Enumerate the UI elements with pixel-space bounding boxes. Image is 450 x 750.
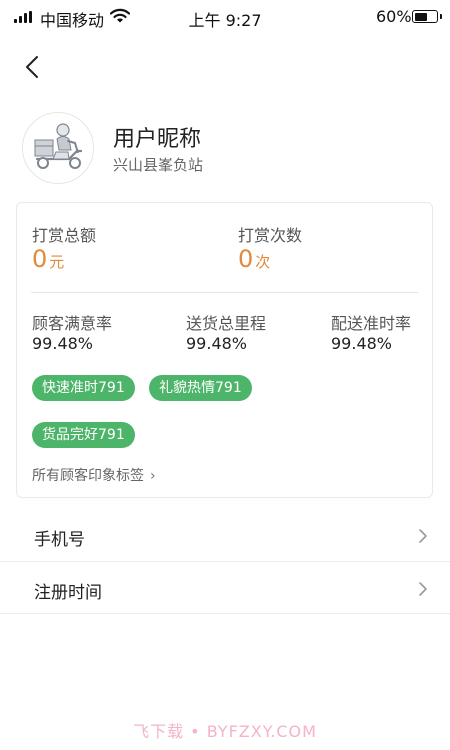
row-divider (0, 561, 450, 562)
chevron-right-icon (419, 582, 427, 596)
chevron-right-icon: › (150, 468, 156, 484)
reward-total-number: 0 (32, 245, 48, 273)
reward-total-label: 打赏总额 (32, 226, 97, 245)
satisfaction-value: 99.48% (32, 334, 94, 353)
watermark: 飞下载 • BYFZXY.COM (133, 722, 317, 741)
divider (31, 292, 418, 293)
back-button[interactable] (18, 52, 48, 82)
phone-label: 手机号 (34, 530, 85, 550)
reward-total-value: 0元 (32, 245, 64, 273)
list-item-phone[interactable]: 手机号 (0, 510, 450, 562)
avatar[interactable] (22, 112, 94, 184)
tag-fast-ontime: 快速准时791 (32, 375, 135, 401)
stats-card: 打赏总额 0元 打赏次数 0次 顾客满意率 99.48% 送货总里程 99.48… (16, 202, 433, 498)
mileage-label: 送货总里程 (186, 314, 267, 333)
ontime-value: 99.48% (331, 334, 393, 353)
tag-goods-intact: 货品完好791 (32, 422, 135, 448)
register-time-label: 注册时间 (34, 583, 102, 603)
ontime-label: 配送准时率 (331, 314, 412, 333)
row-divider (0, 613, 450, 614)
reward-count-unit: 次 (255, 253, 271, 271)
reward-total-unit: 元 (49, 253, 65, 271)
battery-icon (412, 10, 442, 23)
battery-fill (414, 12, 427, 21)
tag-polite: 礼貌热情791 (149, 375, 252, 401)
chevron-right-icon (419, 529, 427, 543)
status-bar: 中国移动 上午 9:27 60% (0, 0, 450, 34)
list-item-register-time[interactable]: 注册时间 (0, 563, 450, 615)
user-nickname: 用户昵称 (113, 127, 202, 152)
reward-count-number: 0 (238, 245, 254, 273)
satisfaction-label: 顾客满意率 (32, 314, 113, 333)
chevron-left-icon (26, 56, 38, 78)
station-name: 兴山县峯负站 (113, 156, 204, 174)
all-tags-link[interactable]: 所有顾客印象标签 › (32, 465, 156, 485)
all-tags-label: 所有顾客印象标签 (32, 468, 144, 484)
reward-count-value: 0次 (238, 245, 270, 273)
delivery-rider-icon (34, 123, 83, 169)
reward-count-label: 打赏次数 (238, 226, 303, 245)
mileage-value: 99.48% (186, 334, 248, 353)
battery-percent: 60% (376, 7, 412, 26)
